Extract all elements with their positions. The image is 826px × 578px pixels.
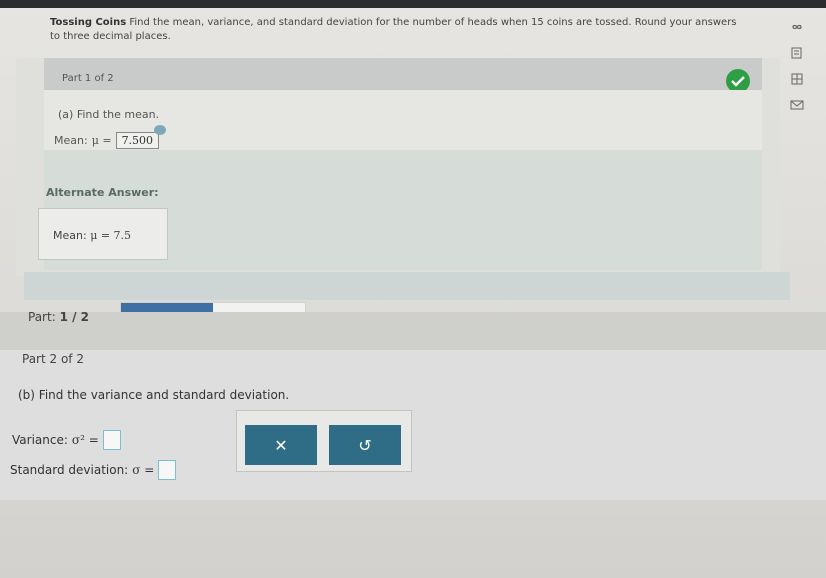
calculator-icon[interactable] <box>788 72 806 86</box>
alternate-answer-panel: Alternate Answer: Mean: μ = 7.5 <box>38 150 762 270</box>
part2-panel: Part 2 of 2 (b) Find the variance and st… <box>0 312 826 578</box>
infinity-icon[interactable] <box>788 20 806 34</box>
notes-icon[interactable] <box>788 46 806 60</box>
question-body: Find the mean, variance, and standard de… <box>50 17 737 42</box>
question-title: Tossing Coins <box>50 17 127 28</box>
part2-label: Part 2 of 2 <box>22 352 84 366</box>
question-b: (b) Find the variance and standard devia… <box>18 388 290 402</box>
part1-question-a: (a) Find the mean. Mean: μ = 7.500 <box>44 90 762 151</box>
alternate-label: Mean: <box>53 229 87 242</box>
part1-label: Part 1 of 2 <box>62 73 114 84</box>
mean-label: Mean: <box>54 134 88 147</box>
part-progress-label: Part: 1 / 2 <box>28 310 89 324</box>
close-icon: ✕ <box>274 435 288 455</box>
sd-label: Standard deviation: <box>10 463 129 477</box>
clear-button[interactable]: ✕ <box>245 425 317 465</box>
variance-label: Variance: <box>12 433 68 447</box>
alternate-answer-text: Mean: μ = 7.5 <box>53 229 131 242</box>
side-toolbar <box>782 20 812 124</box>
alternate-value: μ = 7.5 <box>90 229 132 242</box>
alternate-answer-title: Alternate Answer: <box>46 186 159 199</box>
mail-icon[interactable] <box>788 98 806 112</box>
answer-button-panel: ✕ ↺ <box>236 410 412 472</box>
top-bezel <box>0 0 826 8</box>
alternate-answer-box: Mean: μ = 7.5 <box>38 208 168 260</box>
undo-button[interactable]: ↺ <box>329 425 401 465</box>
part-progress-prefix: Part: <box>28 310 56 324</box>
question-text: Tossing Coins Find the mean, variance, a… <box>50 16 740 44</box>
part2-header <box>0 312 826 352</box>
mean-answer-row: Mean: μ = 7.500 <box>54 125 167 149</box>
comment-bubble-icon[interactable] <box>154 125 167 135</box>
sd-input[interactable] <box>158 460 177 480</box>
mean-answer-field[interactable]: 7.500 <box>115 125 167 149</box>
mean-symbol: μ = <box>91 134 112 147</box>
part-progress-value: 1 / 2 <box>59 310 89 324</box>
page: Tossing Coins Find the mean, variance, a… <box>0 0 826 578</box>
part1-header: Part 1 of 2 <box>44 58 762 93</box>
sd-symbol: σ = <box>132 463 155 477</box>
variance-row: Variance: σ² = <box>12 430 121 450</box>
sd-row: Standard deviation: σ = <box>10 460 177 480</box>
part1-panel: Part 1 of 2 (a) Find the mean. Mean: μ =… <box>16 58 780 276</box>
variance-input[interactable] <box>102 430 121 450</box>
mean-answer-value: 7.500 <box>121 134 154 147</box>
undo-icon: ↺ <box>358 435 372 455</box>
variance-symbol: σ² = <box>71 433 99 447</box>
question-a: (a) Find the mean. <box>58 108 160 121</box>
separator-strip <box>24 272 790 300</box>
